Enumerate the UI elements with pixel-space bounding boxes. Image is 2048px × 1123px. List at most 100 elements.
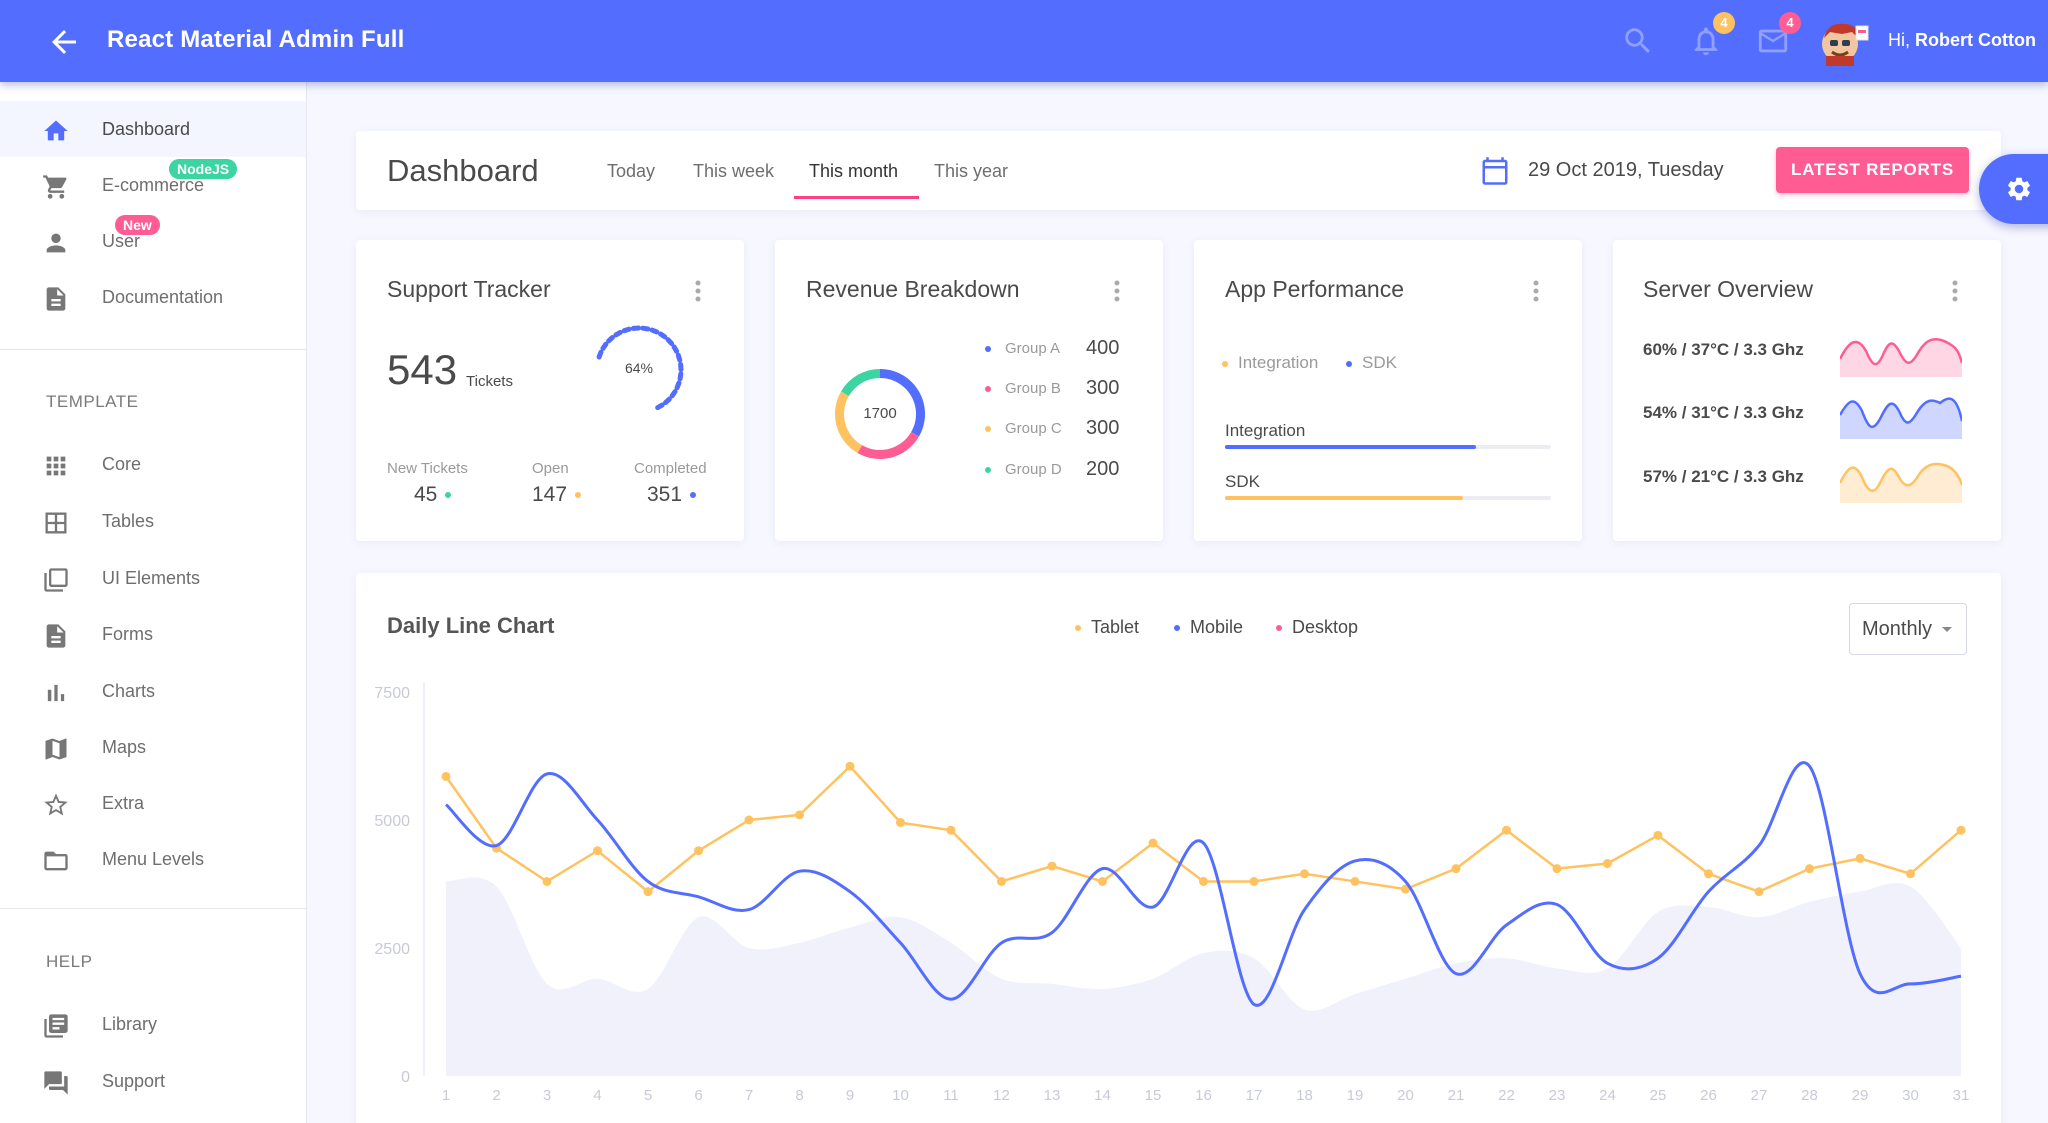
tab-this-week[interactable]: This week: [693, 161, 774, 182]
tablet-point: [896, 818, 905, 828]
library-icon: [44, 568, 68, 592]
sidebar-item-label: Forms: [102, 624, 153, 644]
x-tick-label: 18: [1296, 1087, 1313, 1104]
more-vert-icon[interactable]: [688, 277, 708, 305]
revenue-breakdown-card: Revenue Breakdown 1700 Group A 400 Group…: [775, 240, 1163, 541]
stat-label: Completed: [634, 460, 707, 477]
legend-value: 300: [1086, 417, 1120, 439]
tablet-point: [1906, 869, 1915, 879]
ring-segment: [663, 396, 672, 406]
x-tick-label: 21: [1448, 1087, 1465, 1104]
server-sparkline: [1840, 337, 1962, 377]
stat-value: 147: [532, 483, 582, 507]
tablet-point: [1249, 876, 1259, 886]
legend-item: Group A: [985, 340, 1060, 357]
settings-fab[interactable]: [1979, 154, 2048, 224]
latest-reports-button[interactable]: LATEST REPORTS: [1776, 147, 1969, 193]
progress-fill: [1225, 496, 1463, 500]
search-icon[interactable]: [1621, 24, 1655, 58]
status-dot: [445, 492, 452, 499]
tablet-point: [593, 846, 602, 856]
sidebar-item-e-commerce[interactable]: E-commerce NodeJS: [0, 157, 306, 213]
tab-today[interactable]: Today: [607, 161, 655, 182]
legend-item: Integration: [1222, 353, 1318, 373]
tab-this-year[interactable]: This year: [934, 161, 1008, 182]
sidebar-item-forms[interactable]: Forms: [0, 606, 306, 662]
sidebar-item-label: Core: [102, 454, 142, 474]
sidebar-item-core[interactable]: Core: [0, 436, 306, 492]
sidebar-item-support[interactable]: Support: [0, 1053, 306, 1109]
sidebar-item-charts[interactable]: Charts: [0, 663, 306, 719]
tablet-point: [542, 876, 552, 886]
more-vert-icon[interactable]: [1945, 277, 1965, 305]
ring-segment: [655, 402, 665, 411]
y-tick-label: 7500: [374, 685, 410, 702]
tablet-point: [1754, 887, 1764, 897]
tablet-point: [1956, 825, 1966, 835]
sidebar-item-maps[interactable]: Maps: [0, 719, 306, 775]
donut-slice: [841, 369, 880, 396]
tablet-point: [946, 825, 956, 835]
sidebar-item-user[interactable]: User New: [0, 213, 306, 269]
card-title: Server Overview: [1643, 276, 1813, 302]
ring-segment: [640, 325, 651, 332]
sidebar-item-label: Menu Levels: [102, 849, 205, 869]
x-tick-label: 4: [593, 1087, 601, 1104]
card-title: App Performance: [1225, 276, 1404, 302]
sidebar-item-menu-levels[interactable]: Menu Levels: [0, 831, 306, 887]
sidebar-item-label: Charts: [102, 681, 156, 701]
ring-segment: [669, 389, 678, 399]
tablet-point: [1098, 876, 1107, 886]
ring-segment: [600, 341, 609, 351]
user-greeting[interactable]: Hi, Robert Cotton: [1888, 30, 2036, 51]
x-tick-label: 11: [943, 1087, 959, 1104]
bar-chart-icon: [47, 684, 65, 702]
period-select-value: Monthly: [1862, 618, 1933, 640]
ring-segment: [649, 327, 660, 335]
ring-segment: [613, 329, 623, 338]
star-icon: [44, 793, 68, 816]
sidebar: Dashboard E-commerce NodeJS User New Doc…: [0, 82, 307, 1123]
x-tick-label: 2: [492, 1087, 500, 1104]
calendar-icon[interactable]: [1480, 155, 1510, 187]
sidebar-item-tables[interactable]: Tables: [0, 493, 306, 549]
tablet-point: [1047, 861, 1057, 871]
tablet-point: [1653, 830, 1663, 840]
sidebar-item-library[interactable]: Library: [0, 996, 306, 1052]
app-performance-card: App Performance Integration SDK Integrat…: [1194, 240, 1582, 541]
ring-segment: [665, 337, 675, 346]
sidebar-item-label: Support: [102, 1071, 166, 1091]
tickets-label: Tickets: [466, 373, 513, 390]
sidebar-item-documentation[interactable]: Documentation: [0, 269, 306, 325]
sidebar-item-label: Tables: [102, 511, 155, 531]
x-tick-label: 20: [1397, 1087, 1414, 1104]
server-stat: 60% / 37°C / 3.3 Ghz: [1643, 340, 1804, 359]
tablet-point: [1199, 876, 1208, 886]
card-title: Daily Line Chart: [387, 613, 555, 638]
x-tick-label: 8: [795, 1087, 803, 1104]
legend-value: 300: [1086, 377, 1120, 399]
sidebar-item-label: Maps: [102, 737, 147, 757]
tab-this-month[interactable]: This month: [809, 161, 898, 182]
person-icon: [46, 233, 66, 253]
sidebar-item-dashboard[interactable]: Dashboard: [0, 101, 306, 157]
sidebar-item-extra[interactable]: Extra: [0, 775, 306, 831]
more-vert-icon[interactable]: [1107, 277, 1127, 305]
card-title: Revenue Breakdown: [806, 276, 1020, 302]
library-books-icon: [44, 1014, 68, 1038]
more-vert-icon[interactable]: [1526, 277, 1546, 305]
tablet-point: [1855, 853, 1865, 863]
nodejs-badge: NodeJS: [169, 159, 238, 179]
legend-tablet: Tablet: [1075, 617, 1139, 638]
folder-icon: [44, 851, 68, 871]
tablet-point: [1148, 838, 1158, 848]
avatar[interactable]: [1818, 18, 1870, 66]
legend-value: 400: [1086, 337, 1120, 359]
sidebar-item-ui-elements[interactable]: UI Elements: [0, 550, 306, 606]
tablet-point: [845, 761, 855, 771]
server-sparkline: [1840, 397, 1962, 439]
period-select[interactable]: Monthly: [1849, 603, 1967, 655]
ring-segment: [674, 380, 682, 391]
arrow-back-icon[interactable]: [46, 24, 82, 60]
x-tick-label: 31: [1953, 1087, 1970, 1104]
